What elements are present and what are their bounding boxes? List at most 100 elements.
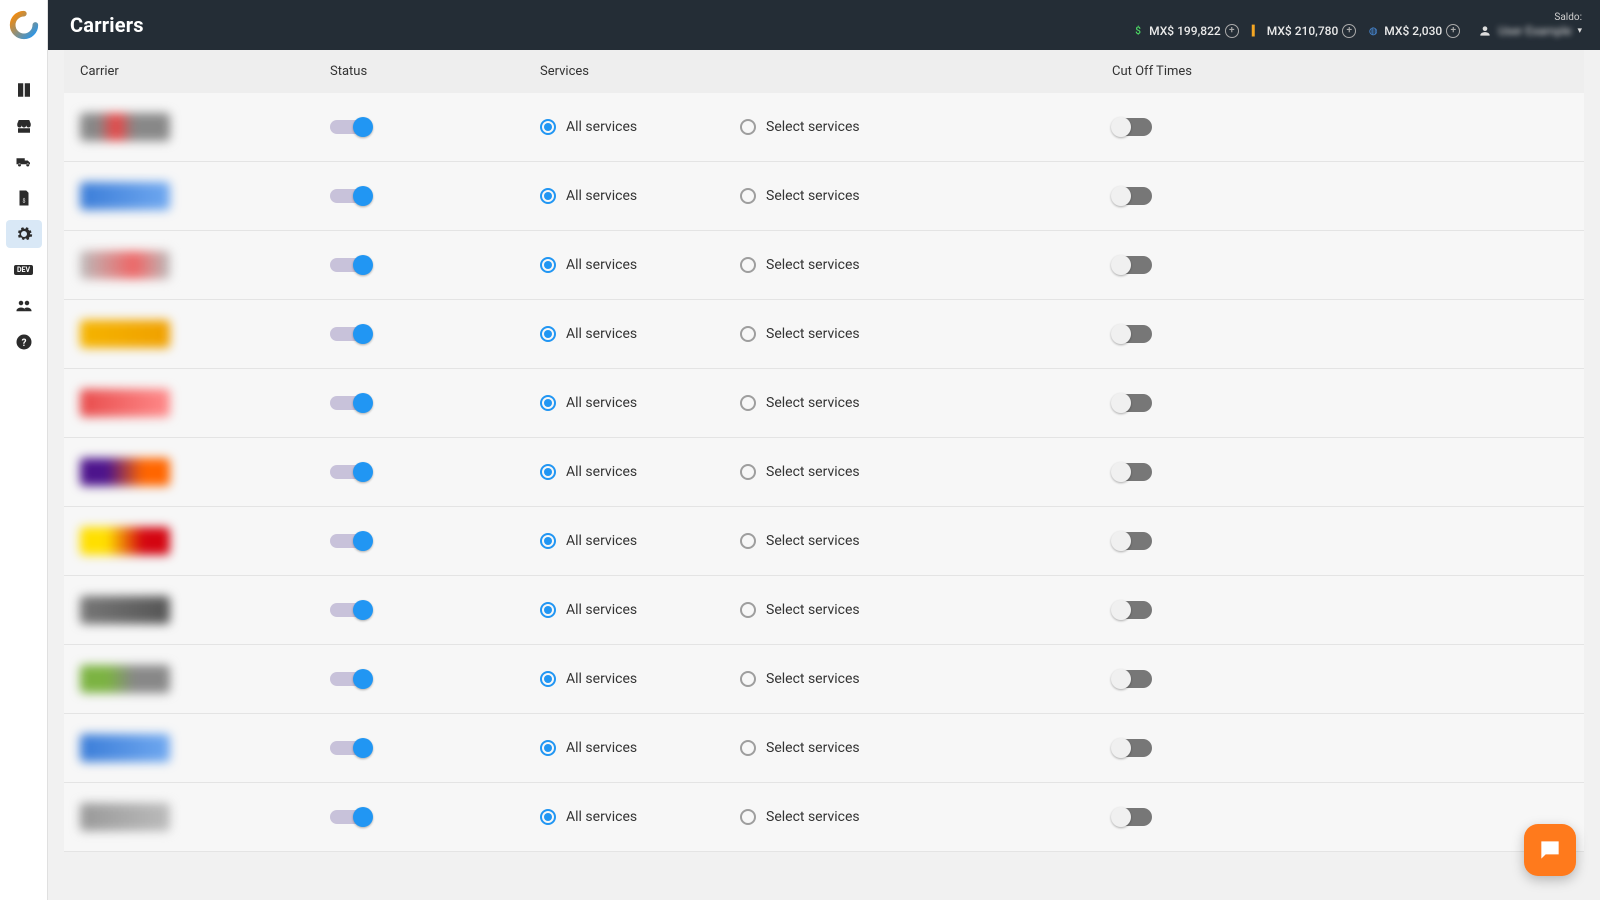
- radio-select-services[interactable]: Select services: [740, 326, 1080, 342]
- radio-icon: [540, 464, 556, 480]
- table-row: All services Select services: [64, 645, 1584, 714]
- radio-icon: [740, 671, 756, 687]
- nav-truck[interactable]: [6, 148, 42, 176]
- radio-select-services[interactable]: Select services: [740, 119, 1080, 135]
- radio-label: All services: [566, 602, 637, 618]
- nav-store[interactable]: [6, 112, 42, 140]
- status-toggle[interactable]: [330, 258, 370, 272]
- cutoff-toggle[interactable]: [1112, 325, 1152, 343]
- radio-all-services[interactable]: All services: [540, 809, 740, 825]
- status-toggle[interactable]: [330, 741, 370, 755]
- radio-all-services[interactable]: All services: [540, 671, 740, 687]
- radio-all-services[interactable]: All services: [540, 257, 740, 273]
- status-toggle[interactable]: [330, 327, 370, 341]
- radio-select-services[interactable]: Select services: [740, 188, 1080, 204]
- radio-label: All services: [566, 395, 637, 411]
- table-header: Carrier Status Services Cut Off Times: [64, 50, 1584, 93]
- cutoff-toggle[interactable]: [1112, 739, 1152, 757]
- status-toggle[interactable]: [330, 396, 370, 410]
- carrier-logo: [80, 182, 170, 210]
- radio-all-services[interactable]: All services: [540, 602, 740, 618]
- radio-label: All services: [566, 257, 637, 273]
- radio-all-services[interactable]: All services: [540, 740, 740, 756]
- radio-label: Select services: [766, 395, 860, 411]
- radio-select-services[interactable]: Select services: [740, 257, 1080, 273]
- status-toggle[interactable]: [330, 534, 370, 548]
- table-row: All services Select services: [64, 231, 1584, 300]
- cutoff-toggle[interactable]: [1112, 394, 1152, 412]
- radio-label: All services: [566, 326, 637, 342]
- status-toggle[interactable]: [330, 810, 370, 824]
- radio-icon: [740, 326, 756, 342]
- radio-all-services[interactable]: All services: [540, 533, 740, 549]
- cutoff-toggle[interactable]: [1112, 118, 1152, 136]
- radio-select-services[interactable]: Select services: [740, 809, 1080, 825]
- nav-book[interactable]: [6, 76, 42, 104]
- nav-invoice[interactable]: $: [6, 184, 42, 212]
- chat-fab[interactable]: [1524, 824, 1576, 876]
- user-menu[interactable]: User Example ▾: [1478, 24, 1582, 38]
- carrier-logo: [80, 458, 170, 486]
- radio-label: Select services: [766, 671, 860, 687]
- radio-icon: [540, 602, 556, 618]
- table-row: All services Select services: [64, 93, 1584, 162]
- nav-help[interactable]: ?: [6, 328, 42, 356]
- cutoff-toggle[interactable]: [1112, 601, 1152, 619]
- carrier-logo: [80, 527, 170, 555]
- balance-item-2: ◍ MX$ 2,030 +: [1366, 24, 1460, 38]
- content-area: Carrier Status Services Cut Off Times Al…: [48, 50, 1600, 900]
- balance-block: Saldo: $ MX$ 199,822 + ▍ MX$ 210,780 +: [1131, 12, 1582, 38]
- radio-all-services[interactable]: All services: [540, 119, 740, 135]
- radio-icon: [740, 533, 756, 549]
- add-balance-0[interactable]: +: [1225, 24, 1239, 38]
- table-row: All services Select services: [64, 162, 1584, 231]
- status-toggle[interactable]: [330, 120, 370, 134]
- radio-label: Select services: [766, 119, 860, 135]
- person-icon: [1478, 24, 1492, 38]
- status-toggle[interactable]: [330, 672, 370, 686]
- th-cutoff: Cut Off Times: [1080, 64, 1568, 79]
- balance-value-2: MX$ 2,030: [1384, 24, 1442, 38]
- radio-all-services[interactable]: All services: [540, 326, 740, 342]
- radio-select-services[interactable]: Select services: [740, 533, 1080, 549]
- cutoff-toggle[interactable]: [1112, 808, 1152, 826]
- radio-all-services[interactable]: All services: [540, 188, 740, 204]
- radio-icon: [740, 809, 756, 825]
- cutoff-toggle[interactable]: [1112, 532, 1152, 550]
- cutoff-toggle[interactable]: [1112, 256, 1152, 274]
- radio-select-services[interactable]: Select services: [740, 464, 1080, 480]
- carrier-logo: [80, 734, 170, 762]
- table-row: All services Select services: [64, 369, 1584, 438]
- nav-settings[interactable]: [6, 220, 42, 248]
- table-row: All services Select services: [64, 783, 1584, 852]
- radio-select-services[interactable]: Select services: [740, 602, 1080, 618]
- nav-users[interactable]: [6, 292, 42, 320]
- radio-select-services[interactable]: Select services: [740, 671, 1080, 687]
- radio-select-services[interactable]: Select services: [740, 740, 1080, 756]
- cutoff-toggle[interactable]: [1112, 187, 1152, 205]
- radio-label: Select services: [766, 257, 860, 273]
- page-title: Carriers: [70, 13, 144, 37]
- cutoff-toggle[interactable]: [1112, 463, 1152, 481]
- radio-all-services[interactable]: All services: [540, 464, 740, 480]
- radio-label: Select services: [766, 464, 860, 480]
- radio-icon: [740, 119, 756, 135]
- radio-label: Select services: [766, 740, 860, 756]
- saldo-label: Saldo:: [1554, 12, 1582, 23]
- status-toggle[interactable]: [330, 465, 370, 479]
- add-balance-1[interactable]: +: [1342, 24, 1356, 38]
- status-toggle[interactable]: [330, 189, 370, 203]
- radio-all-services[interactable]: All services: [540, 395, 740, 411]
- radio-select-services[interactable]: Select services: [740, 395, 1080, 411]
- cutoff-toggle[interactable]: [1112, 670, 1152, 688]
- radio-icon: [540, 257, 556, 273]
- table-row: All services Select services: [64, 576, 1584, 645]
- th-carrier: Carrier: [80, 64, 330, 79]
- balance-value-1: MX$ 210,780: [1267, 24, 1339, 38]
- carrier-logo: [80, 320, 170, 348]
- radio-icon: [540, 671, 556, 687]
- th-services: Services: [540, 64, 740, 79]
- status-toggle[interactable]: [330, 603, 370, 617]
- add-balance-2[interactable]: +: [1446, 24, 1460, 38]
- nav-dev[interactable]: DEV: [6, 256, 42, 284]
